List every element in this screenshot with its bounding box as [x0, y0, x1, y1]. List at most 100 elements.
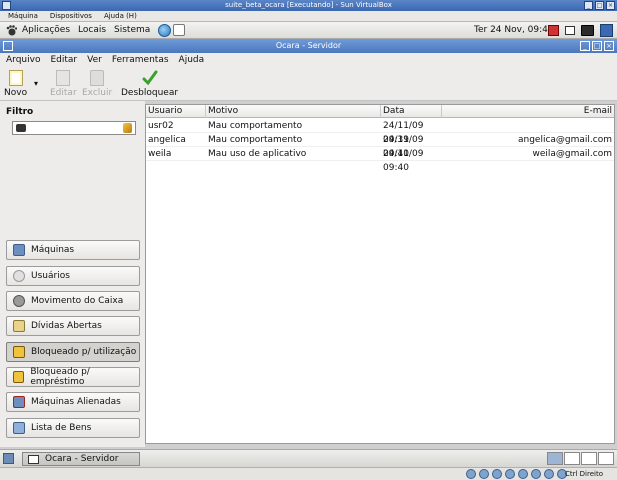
app-menubar: Arquivo Editar Ver Ferramentas Ajuda — [0, 53, 617, 67]
cell-usuario: usr02 — [148, 121, 174, 131]
clear-filter-icon[interactable] — [123, 123, 132, 133]
table-header: Usuario Motivo Data E-mail — [146, 105, 614, 118]
nav-dividas-abertas[interactable]: Dívidas Abertas — [6, 316, 140, 336]
nav-label: Usuários — [31, 271, 70, 281]
hard-disk-icon[interactable] — [466, 469, 476, 479]
menu-ferramentas[interactable]: Ferramentas — [112, 53, 169, 67]
gnome-bottom-panel: Ocara - Servidor — [0, 449, 617, 467]
app-titlebar: Ocara - Servidor _ □ × — [0, 39, 617, 53]
blocked-users-table: Usuario Motivo Data E-mail usr02 Mau com… — [145, 104, 615, 444]
toolbar: Novo ▾ Editar Excluir Desbloquear — [0, 67, 617, 101]
nav-lista-bens[interactable]: Lista de Bens — [6, 418, 140, 438]
window-menu-icon[interactable] — [2, 1, 11, 10]
vbox-menu-ajuda[interactable]: Ajuda (H) — [104, 11, 137, 21]
new-document-icon — [8, 70, 23, 86]
desbloquear-button[interactable]: Desbloquear — [121, 70, 178, 98]
workspace-switcher — [547, 452, 614, 465]
gnome-foot-icon — [6, 24, 17, 35]
nav-label: Lista de Bens — [31, 423, 92, 433]
workspace-4[interactable] — [598, 452, 614, 465]
table-row[interactable]: weila Mau uso de aplicativo 24/11/09 09:… — [146, 147, 614, 173]
panel-menu-locais[interactable]: Locais — [78, 25, 106, 35]
nav-label: Bloqueado p/ utilização — [31, 347, 137, 357]
nav-bloqueado-utilizacao[interactable]: Bloqueado p/ utilização — [6, 342, 140, 362]
virtualbox-statusbar: Ctrl Direito — [0, 467, 617, 480]
list-icon — [13, 422, 25, 434]
virtualbox-titlebar: suite_beta_ocara [Executando] - Sun Virt… — [0, 0, 617, 11]
taskbar-window-button[interactable]: Ocara - Servidor — [22, 452, 140, 466]
panel-menu-aplicacoes[interactable]: Aplicações — [22, 25, 70, 35]
novo-button[interactable]: Novo — [4, 70, 27, 98]
nav-label: Bloqueado p/ empréstimo — [30, 367, 90, 387]
floppy-icon[interactable] — [492, 469, 502, 479]
shared-folders-icon[interactable] — [531, 469, 541, 479]
novo-label: Novo — [4, 88, 28, 98]
show-desktop-icon[interactable] — [3, 453, 14, 464]
nav-maquinas-alienadas[interactable]: Máquinas Alienadas — [6, 392, 140, 412]
excluir-label: Excluir — [82, 88, 113, 98]
menu-ver[interactable]: Ver — [87, 53, 102, 67]
window-icon — [28, 455, 39, 464]
usb-icon[interactable] — [518, 469, 528, 479]
column-header-email[interactable]: E-mail — [442, 105, 614, 118]
menu-editar[interactable]: Editar — [50, 53, 77, 67]
novo-dropdown-chevron-icon[interactable]: ▾ — [34, 79, 38, 88]
monitor-icon[interactable] — [581, 25, 594, 36]
app-maximize-button[interactable]: □ — [592, 41, 602, 51]
vbox-menu-dispositivos[interactable]: Dispositivos — [50, 11, 92, 21]
nav-movimento-caixa[interactable]: Movimento do Caixa — [6, 291, 140, 311]
desbloquear-label: Desbloquear — [121, 88, 179, 98]
web-browser-icon[interactable] — [158, 23, 172, 37]
column-header-usuario[interactable]: Usuario — [146, 105, 206, 118]
excluir-button[interactable]: Excluir — [82, 70, 112, 98]
coins-icon — [13, 295, 25, 307]
app-window-menu-icon[interactable] — [3, 41, 13, 51]
maximize-button[interactable]: □ — [595, 1, 604, 10]
nav-usuarios[interactable]: Usuários — [6, 266, 140, 286]
panel-menu-sistema[interactable]: Sistema — [114, 25, 150, 35]
left-pane: Filtro Máquinas Usuários Movimento do Ca… — [0, 101, 145, 447]
vbox-menu-maquina[interactable]: Máquina — [8, 11, 38, 21]
cell-email: weila@gmail.com — [532, 149, 613, 159]
virtualbox-title: suite_beta_ocara [Executando] - Sun Virt… — [225, 1, 392, 9]
column-header-motivo[interactable]: Motivo — [206, 105, 381, 118]
filter-label: Filtro — [6, 107, 34, 117]
mail-client-icon[interactable] — [173, 24, 186, 36]
folder-icon — [13, 320, 25, 332]
workspace-3[interactable] — [581, 452, 597, 465]
app-close-button[interactable]: × — [604, 41, 614, 51]
window-list-icon[interactable] — [565, 26, 575, 35]
cell-usuario: angelica — [148, 135, 186, 145]
computer-warning-icon — [13, 396, 25, 408]
menu-arquivo[interactable]: Arquivo — [6, 53, 40, 67]
nav-label: Máquinas — [31, 245, 75, 255]
menu-ajuda[interactable]: Ajuda — [179, 53, 205, 67]
panel-clock[interactable]: Ter 24 Nov, 09:40 — [474, 25, 554, 35]
users-icon — [13, 270, 25, 282]
cell-motivo: Mau comportamento — [208, 135, 303, 145]
computer-icon[interactable] — [600, 24, 613, 37]
cell-motivo: Mau comportamento — [208, 121, 303, 131]
table-row[interactable]: usr02 Mau comportamento 24/11/09 09:39 — [146, 119, 614, 145]
network-adapter-icon[interactable] — [505, 469, 515, 479]
nav-bloqueado-emprestimo[interactable]: Bloqueado p/ empréstimo — [6, 367, 140, 387]
column-header-data[interactable]: Data — [381, 105, 442, 118]
binoculars-icon — [16, 124, 26, 132]
app-minimize-button[interactable]: _ — [580, 41, 590, 51]
checkmark-icon — [142, 70, 158, 86]
nav-label: Dívidas Abertas — [31, 321, 102, 331]
lock-icon — [13, 346, 25, 358]
workspace-1[interactable] — [547, 452, 563, 465]
network-icon[interactable] — [548, 25, 559, 36]
host-key-label: Ctrl Direito — [564, 470, 603, 478]
table-row[interactable]: angelica Mau comportamento 24/11/09 09:4… — [146, 133, 614, 159]
mouse-integration-icon[interactable] — [544, 469, 554, 479]
editar-button[interactable]: Editar — [50, 70, 77, 98]
minimize-button[interactable]: _ — [584, 1, 593, 10]
editar-label: Editar — [50, 88, 77, 98]
close-button[interactable]: × — [606, 1, 615, 10]
cdrom-icon[interactable] — [479, 469, 489, 479]
workspace-2[interactable] — [564, 452, 580, 465]
filter-input[interactable] — [12, 121, 136, 135]
nav-maquinas[interactable]: Máquinas — [6, 240, 140, 260]
